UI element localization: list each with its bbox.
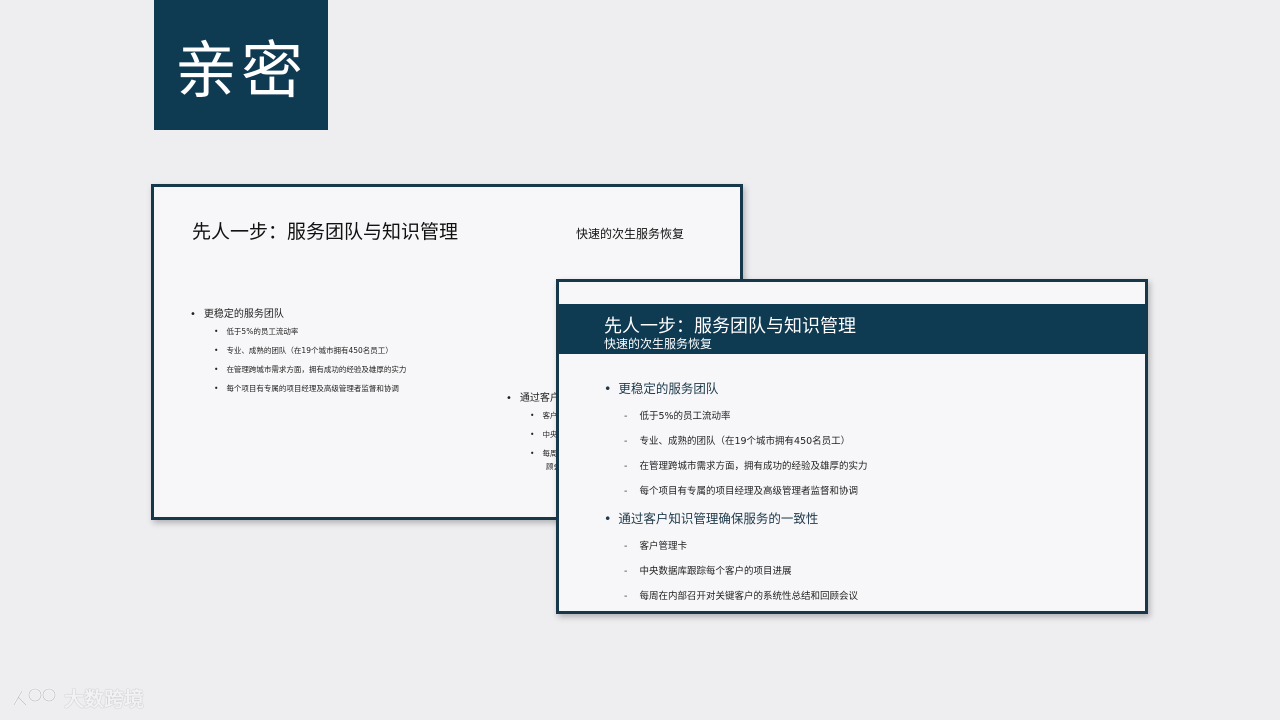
slide-front-list-item: 中央数据库跟踪每个客户的项目进展 <box>624 563 1124 577</box>
slide-back-list-item: 每个项目有专属的项目经理及高级管理者监督和协调 <box>214 383 520 394</box>
slide-front-body: 更稳定的服务团队 低于5%的员工流动率 专业、成熟的团队（在19个城市拥有450… <box>604 378 1124 612</box>
slide-back-group-heading: 更稳定的服务团队 <box>190 305 520 320</box>
slide-front-list-item: 每周在内部召开对关键客户的系统性总结和回顾会议 <box>624 588 1124 602</box>
slide-front-topbar <box>559 282 1145 304</box>
slide-front-list-item: 客户管理卡 <box>624 538 1124 552</box>
slide-front-header: 先人一步：服务团队与知识管理 快速的次生服务恢复 <box>559 304 1145 354</box>
slide-back-title: 先人一步：服务团队与知识管理 <box>192 221 459 243</box>
slide-back-list-item: 低于5%的员工流动率 <box>214 326 520 337</box>
section-title: 亲密 <box>154 0 328 130</box>
section-title-text: 亲密 <box>174 34 307 107</box>
slide-back-subtitle: 快速的次生服务恢复 <box>576 227 685 241</box>
slide-back-group-1: 更稳定的服务团队 低于5%的员工流动率 专业、成熟的团队（在19个城市拥有450… <box>190 305 520 402</box>
slide-front-group-heading: 更稳定的服务团队 <box>604 378 1124 397</box>
slide-front-group-heading: 通过客户知识管理确保服务的一致性 <box>604 508 1124 527</box>
slide-front-list-item: 每个项目有专属的项目经理及高级管理者监督和协调 <box>624 483 1124 497</box>
watermark-text: 大数跨境 <box>64 686 144 711</box>
slide-front-list-item: 低于5%的员工流动率 <box>624 408 1124 422</box>
slide-front-list-item: 专业、成熟的团队（在19个城市拥有450名员工） <box>624 433 1124 447</box>
slide-front-subtitle: 快速的次生服务恢复 <box>604 337 713 351</box>
slide-back-list-item: 在管理跨城市需求方面，拥有成功的经验及雄厚的实力 <box>214 364 520 375</box>
logo-mark-icon <box>12 687 57 706</box>
slide-thumbnail-front: 先人一步：服务团队与知识管理 快速的次生服务恢复 更稳定的服务团队 低于5%的员… <box>556 279 1148 614</box>
slide-front-list-item: 在管理跨城市需求方面，拥有成功的经验及雄厚的实力 <box>624 458 1124 472</box>
watermark-logo: 大数跨境 <box>10 682 144 712</box>
slide-back-list-item: 专业、成熟的团队（在19个城市拥有450名员工） <box>214 345 520 356</box>
